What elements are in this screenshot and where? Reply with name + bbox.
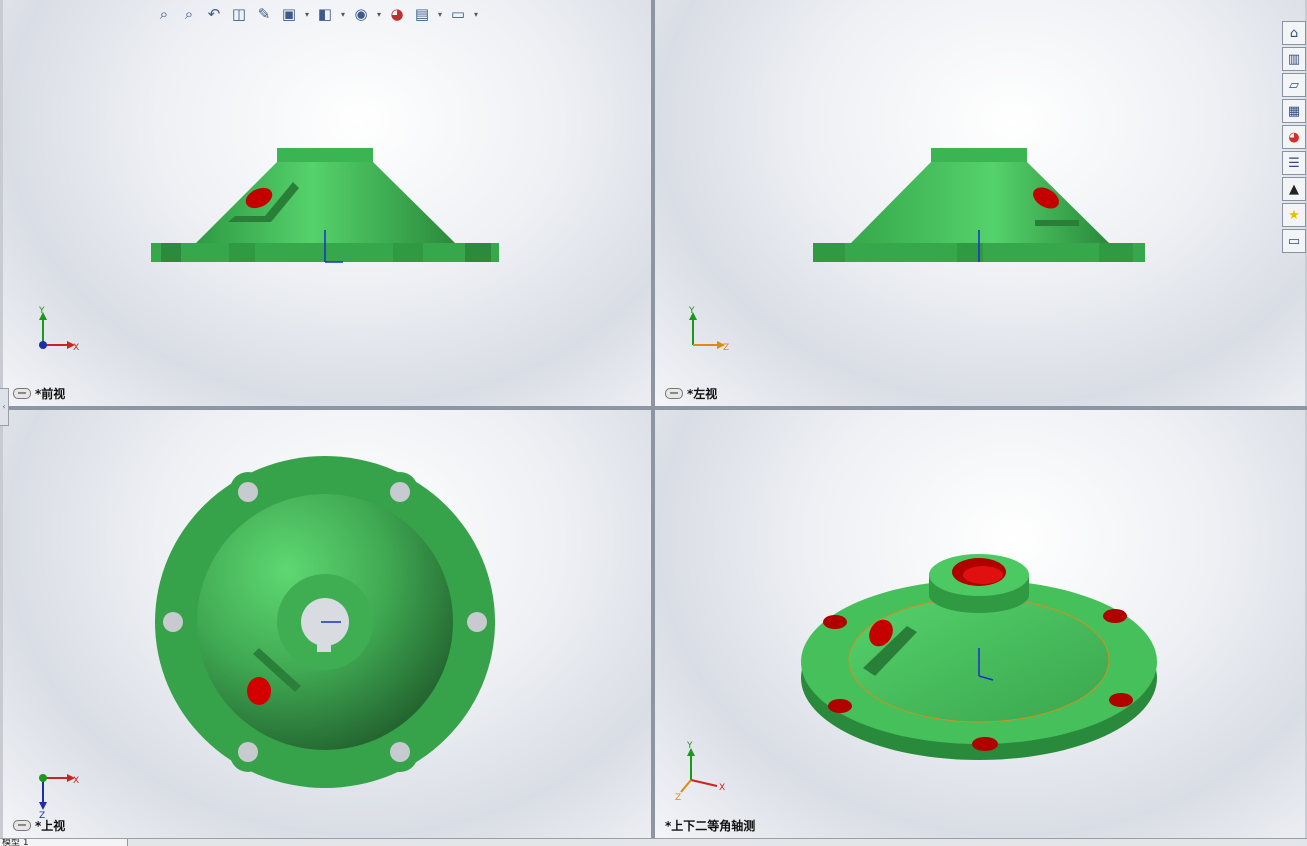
- front-view-model[interactable]: Y X: [3, 0, 651, 406]
- section-view-icon[interactable]: ◫: [228, 4, 250, 24]
- svg-text:X: X: [73, 343, 79, 353]
- viewport-left[interactable]: Y Z *左视: [655, 0, 1305, 406]
- viewport-splitter-horizontal[interactable]: [0, 406, 1307, 410]
- resources-icon[interactable]: ▥: [1282, 47, 1306, 71]
- home-icon[interactable]: ⌂: [1282, 21, 1306, 45]
- axis-triad-top: X Z: [39, 774, 79, 821]
- task-pane: ⌂ ▥ ▱ ▦ ◕ ☰ ▲ ★ ▭: [1282, 21, 1306, 253]
- heads-up-view-toolbar: ⌕ ⌕ ↶ ◫ ✎ ▣ ▾ ◧ ▾ ◉ ▾ ◕ ▤ ▾ ▭ ▾: [153, 3, 480, 25]
- viewport-label-top: *上视: [13, 817, 65, 834]
- top-hole: [247, 677, 271, 705]
- apply-scene-icon[interactable]: ▤: [411, 4, 433, 24]
- hide-show-icon[interactable]: ◉: [350, 4, 372, 24]
- link-views-icon[interactable]: [13, 388, 31, 399]
- link-views-icon[interactable]: [665, 388, 683, 399]
- axis-triad-front: Y X: [38, 306, 79, 353]
- svg-text:Y: Y: [686, 741, 693, 751]
- viewport-front[interactable]: Y X *前视 ⌕ ⌕ ↶ ◫ ✎ ▣ ▾ ◧ ▾ ◉ ▾ ◕ ▤ ▾ ▭ ▾: [3, 0, 651, 406]
- viewport-isometric[interactable]: Y X Z *上下二等角轴测: [655, 410, 1305, 838]
- link-views-icon[interactable]: [13, 820, 31, 831]
- custom-properties-icon[interactable]: ☰: [1282, 151, 1306, 175]
- previous-view-icon[interactable]: ↶: [203, 4, 225, 24]
- dynamic-annotation-icon[interactable]: ✎: [253, 4, 275, 24]
- edit-appearance-icon[interactable]: ◕: [386, 4, 408, 24]
- svg-text:X: X: [719, 783, 725, 793]
- svg-text:Z: Z: [675, 793, 681, 803]
- feature-manager-collapse-handle[interactable]: ‹: [0, 388, 9, 426]
- svg-text:Z: Z: [723, 343, 729, 353]
- iso-view-model[interactable]: Y X Z: [655, 410, 1305, 838]
- forum-icon[interactable]: ▭: [1282, 229, 1306, 253]
- viewport-label-isometric: *上下二等角轴测: [665, 819, 756, 833]
- viewport-splitter-vertical[interactable]: [651, 0, 655, 838]
- viewport-label-left: *左视: [665, 385, 717, 402]
- left-view-model[interactable]: Y Z: [655, 0, 1305, 406]
- zoom-to-fit-icon[interactable]: ⌕: [153, 4, 175, 24]
- view-settings-icon[interactable]: ▭: [447, 4, 469, 24]
- viewport-label-front: *前视: [13, 385, 65, 402]
- chevron-down-icon[interactable]: ▾: [375, 10, 383, 19]
- view-orientation-icon[interactable]: ▣: [278, 4, 300, 24]
- chevron-down-icon[interactable]: ▾: [436, 10, 444, 19]
- svg-text:Y: Y: [688, 306, 695, 316]
- svg-text:Y: Y: [38, 306, 45, 316]
- zoom-area-icon[interactable]: ⌕: [178, 4, 200, 24]
- favorites-icon[interactable]: ★: [1282, 203, 1306, 227]
- tutorial-icon[interactable]: ▲: [1282, 177, 1306, 201]
- file-explorer-icon[interactable]: ▱: [1282, 73, 1306, 97]
- axis-triad-iso: Y X Z: [675, 741, 725, 803]
- chevron-down-icon[interactable]: ▾: [339, 10, 347, 19]
- view-palette-icon[interactable]: ▦: [1282, 99, 1306, 123]
- viewport-top[interactable]: X Z *上视: [3, 410, 651, 838]
- front-boss: [277, 148, 373, 162]
- chevron-down-icon[interactable]: ▾: [472, 10, 480, 19]
- top-view-model[interactable]: X Z: [3, 410, 651, 838]
- chevron-down-icon[interactable]: ▾: [303, 10, 311, 19]
- left-cone: [851, 162, 1109, 243]
- axis-triad-left: Y Z: [688, 306, 729, 353]
- appearances-icon[interactable]: ◕: [1282, 125, 1306, 149]
- svg-text:X: X: [73, 776, 79, 786]
- display-style-icon[interactable]: ◧: [314, 4, 336, 24]
